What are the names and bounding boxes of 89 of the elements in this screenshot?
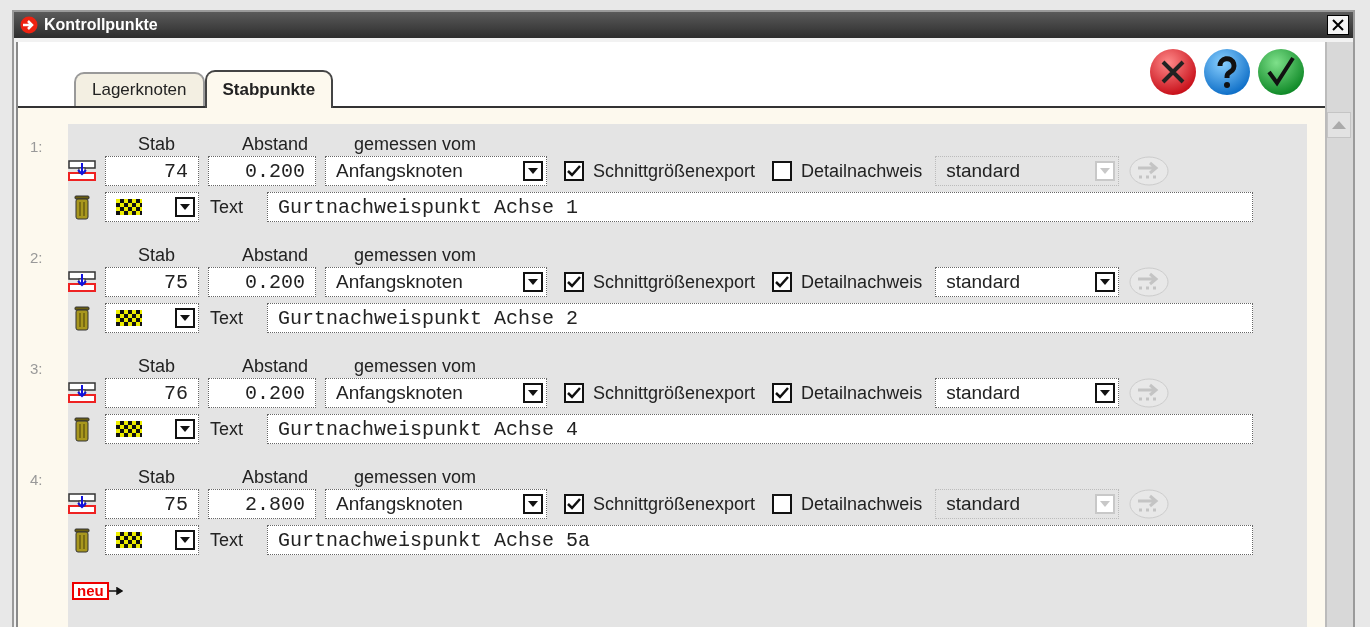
- checker-pattern-icon: [116, 532, 142, 548]
- field-label: Text: [209, 307, 244, 329]
- caret-icon: [179, 425, 191, 433]
- help-button[interactable]: [1203, 48, 1251, 96]
- method-dropdown[interactable]: standard: [935, 378, 1120, 408]
- member-input[interactable]: 76: [105, 378, 199, 408]
- color-dropdown[interactable]: [105, 525, 199, 555]
- close-icon: [1332, 19, 1344, 31]
- checkbox-label: Detailnachweis: [801, 271, 923, 293]
- row-number: 1:: [30, 137, 44, 155]
- member-input[interactable]: 75: [105, 267, 199, 297]
- caret-icon: [527, 389, 539, 397]
- measured-from-dropdown[interactable]: Anfangsknoten: [325, 489, 547, 519]
- row-number: 3:: [30, 359, 44, 377]
- tab[interactable]: Stabpunkte: [204, 70, 334, 108]
- checkbox[interactable]: [564, 383, 584, 403]
- member-input[interactable]: 75: [105, 489, 199, 519]
- tab[interactable]: Lagerknoten: [74, 72, 205, 106]
- measured-from-dropdown[interactable]: Anfangsknoten: [325, 267, 547, 297]
- checkbox-label: Schnittgrößenexport: [593, 271, 756, 293]
- caret-icon: [1099, 167, 1112, 175]
- caret-icon: [179, 203, 191, 211]
- field-label: Abstand: [241, 134, 310, 155]
- close-button[interactable]: [1327, 15, 1349, 35]
- caret-icon: [1099, 500, 1112, 508]
- checkbox[interactable]: [772, 161, 793, 181]
- color-dropdown[interactable]: [105, 414, 199, 444]
- field-label: Stab: [137, 356, 177, 377]
- field-label: Abstand: [241, 245, 310, 266]
- text-input[interactable]: Gurtnachweispunkt Achse 4: [267, 414, 1253, 444]
- measured-from-dropdown[interactable]: Anfangsknoten: [325, 156, 547, 186]
- member-point-icon[interactable]: [68, 160, 96, 182]
- checker-pattern-icon: [116, 199, 142, 215]
- field-label: Abstand: [241, 356, 310, 377]
- field-label: gemessen vom: [353, 356, 478, 377]
- field-label: Abstand: [241, 467, 310, 488]
- checkbox[interactable]: [564, 272, 584, 292]
- caret-icon: [527, 167, 539, 175]
- row-number: 4:: [30, 470, 44, 488]
- checker-pattern-icon: [116, 421, 142, 437]
- text-input[interactable]: Gurtnachweispunkt Achse 1: [267, 192, 1253, 222]
- text-input[interactable]: Gurtnachweispunkt Achse 5a: [267, 525, 1253, 555]
- row-number: 2:: [30, 248, 44, 266]
- arrow-icon: [108, 587, 123, 595]
- measured-from-dropdown[interactable]: Anfangsknoten: [325, 378, 547, 408]
- distance-input[interactable]: 2.800: [208, 489, 316, 519]
- caret-icon: [179, 314, 191, 322]
- caret-icon: [1099, 278, 1112, 286]
- checkbox-label: Detailnachweis: [801, 493, 923, 515]
- member-input[interactable]: 74: [105, 156, 199, 186]
- caret-icon: [527, 500, 539, 508]
- member-point-icon[interactable]: [68, 382, 96, 404]
- triangle-up-icon: [1332, 121, 1346, 129]
- checkbox-label: Schnittgrößenexport: [593, 382, 756, 404]
- color-dropdown[interactable]: [105, 192, 199, 222]
- checkbox-label: Detailnachweis: [801, 382, 923, 404]
- color-dropdown[interactable]: [105, 303, 199, 333]
- field-label: Stab: [137, 245, 177, 266]
- member-point-icon[interactable]: [68, 493, 96, 515]
- checkbox-label: Detailnachweis: [801, 160, 923, 182]
- checkbox-label: Schnittgrößenexport: [593, 160, 756, 182]
- confirm-button[interactable]: [1257, 48, 1305, 96]
- field-label: Stab: [137, 467, 177, 488]
- field-label: gemessen vom: [353, 134, 478, 155]
- checkbox[interactable]: [772, 494, 793, 514]
- checkbox[interactable]: [772, 272, 793, 292]
- distance-input[interactable]: 0.200: [208, 267, 316, 297]
- member-point-icon[interactable]: [68, 271, 96, 293]
- text-input[interactable]: Gurtnachweispunkt Achse 2: [267, 303, 1253, 333]
- field-label: gemessen vom: [353, 245, 478, 266]
- method-dropdown[interactable]: standard: [935, 267, 1120, 297]
- caret-icon: [179, 536, 191, 544]
- checkbox-label: Schnittgrößenexport: [593, 493, 756, 515]
- field-label: Text: [209, 418, 244, 440]
- checker-pattern-icon: [116, 310, 142, 326]
- field-label: Stab: [137, 134, 177, 155]
- field-label: Text: [209, 196, 244, 218]
- distance-input[interactable]: 0.200: [208, 378, 316, 408]
- distance-input[interactable]: 0.200: [208, 156, 316, 186]
- checkbox[interactable]: [564, 161, 584, 181]
- field-label: gemessen vom: [353, 467, 478, 488]
- scrollbar[interactable]: [1325, 42, 1353, 627]
- window-title: Kontrollpunkte: [44, 16, 159, 34]
- caret-icon: [1099, 389, 1112, 397]
- field-label: Text: [209, 529, 244, 551]
- checkbox[interactable]: [564, 494, 584, 514]
- caret-icon: [527, 278, 539, 286]
- cancel-button[interactable]: [1149, 48, 1197, 96]
- checkbox[interactable]: [772, 383, 793, 403]
